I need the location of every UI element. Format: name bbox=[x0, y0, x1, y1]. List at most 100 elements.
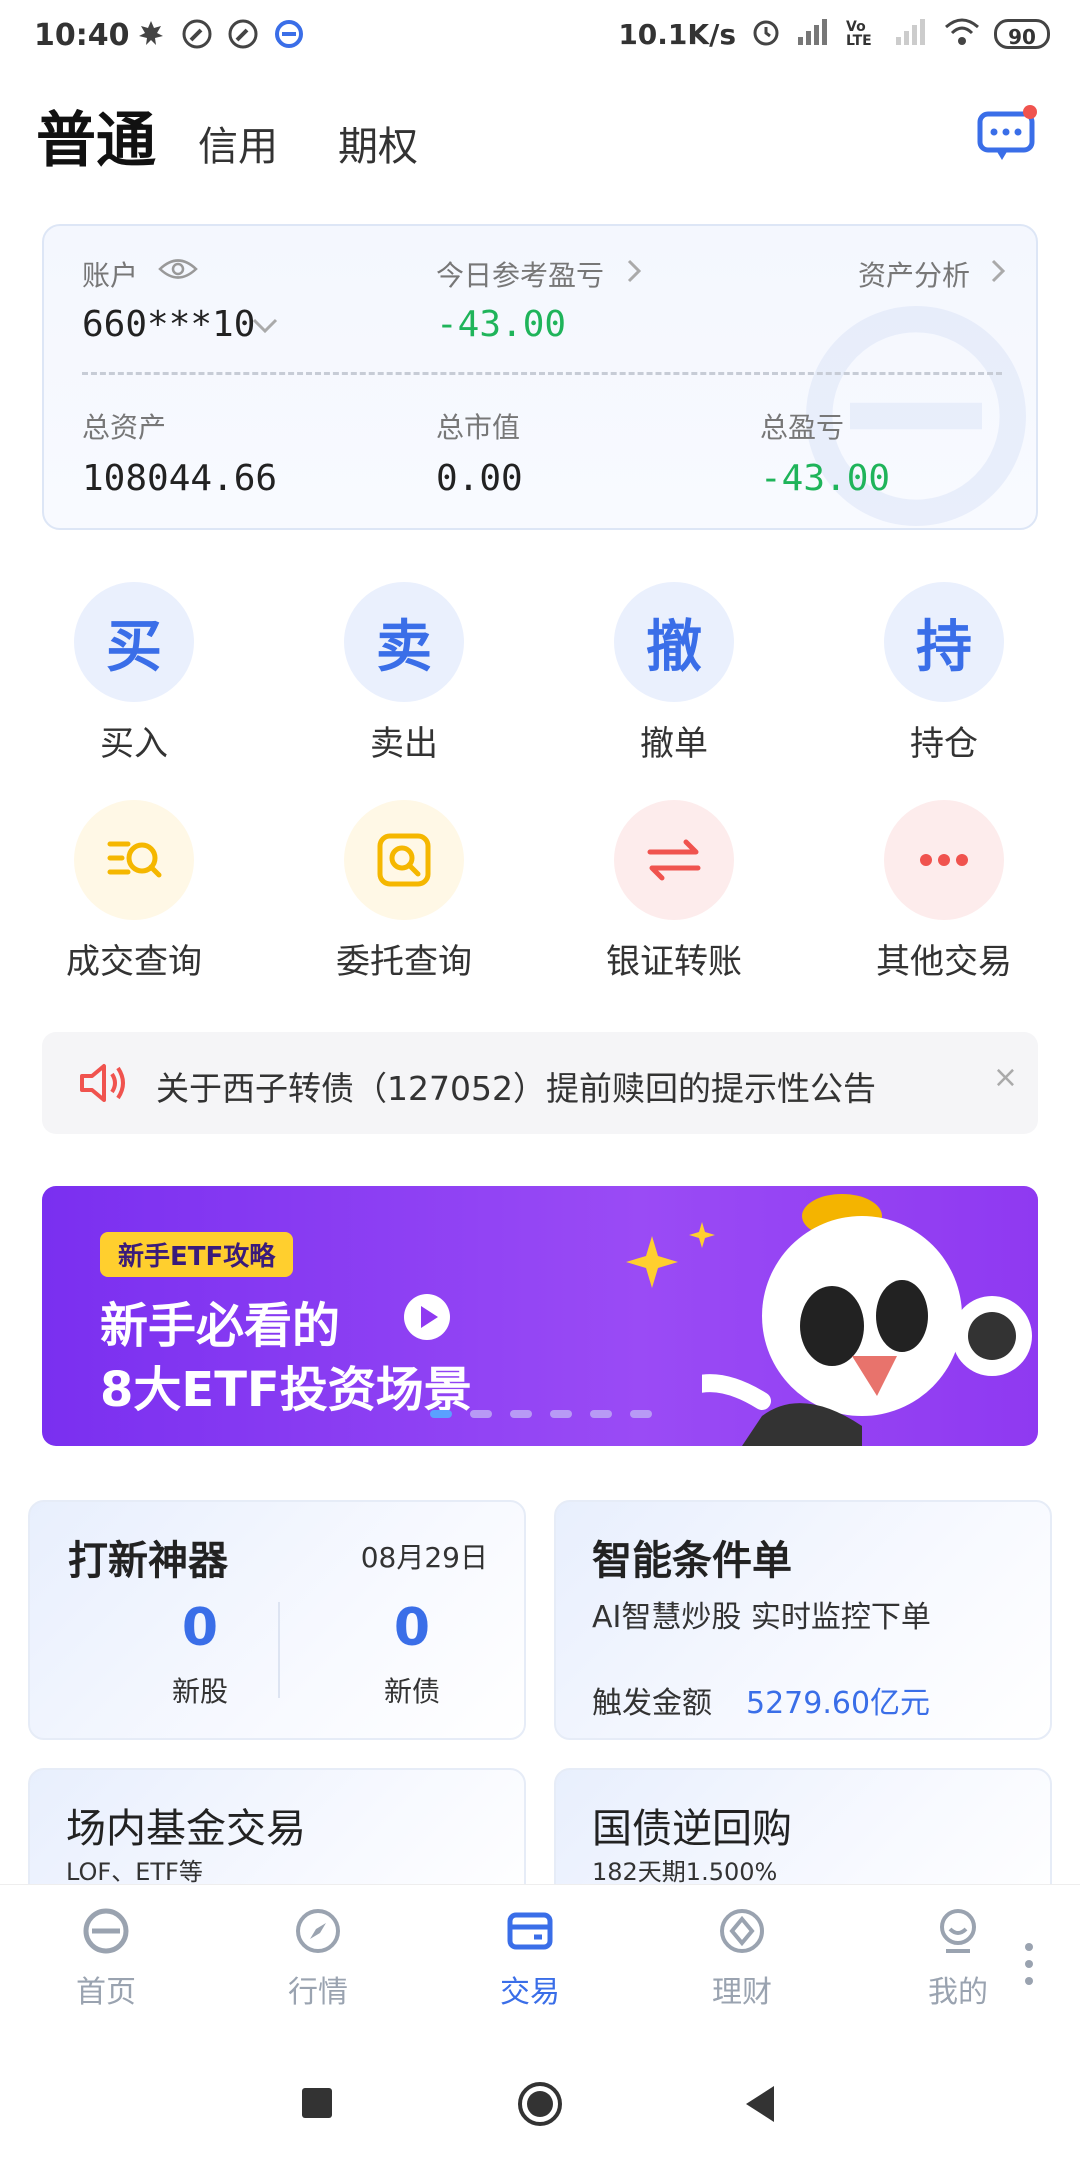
search-list-icon bbox=[107, 841, 162, 878]
fund-subtitle: LOF、ETF等 bbox=[66, 1858, 203, 1886]
market-value-label: 总市值 bbox=[436, 411, 521, 444]
divider bbox=[278, 1602, 280, 1698]
battery-indicator: 90 bbox=[994, 19, 1050, 49]
signal-weak-icon bbox=[894, 17, 930, 51]
chevron-right-icon[interactable] bbox=[624, 256, 644, 290]
chevron-right-icon[interactable] bbox=[988, 256, 1008, 290]
message-icon bbox=[977, 105, 1037, 160]
page-dot[interactable] bbox=[470, 1410, 492, 1418]
app-logo-icon bbox=[273, 18, 305, 50]
maple-leaf-icon bbox=[135, 18, 167, 50]
search-doc-icon bbox=[377, 833, 431, 887]
positions-button[interactable]: 持 持仓 bbox=[844, 582, 1044, 782]
close-icon[interactable]: × bbox=[993, 1060, 1018, 1095]
cancel-order-button[interactable]: 撤 撤单 bbox=[574, 582, 774, 782]
smart-order-card[interactable]: 智能条件单 AI智慧炒股 实时监控下单 触发金额 5279.60亿元 bbox=[554, 1500, 1052, 1740]
compass-icon bbox=[296, 1909, 340, 1953]
total-pnl-label: 总盈亏 bbox=[760, 411, 845, 444]
home-logo-icon bbox=[83, 1908, 129, 1954]
page-dot[interactable] bbox=[510, 1410, 532, 1418]
new-bond-count: 0 bbox=[393, 1598, 431, 1658]
buy-button[interactable]: 买 买入 bbox=[34, 582, 234, 782]
bottom-nav: 首页 行情 交易 理财 我的 bbox=[0, 1884, 1080, 2025]
lte-icon: Vo LTE bbox=[846, 19, 872, 49]
back-icon[interactable] bbox=[742, 2084, 778, 2124]
promo-banner[interactable]: 新手ETF攻略 新手必看的 8大ETF投资场景 bbox=[42, 1186, 1038, 1446]
status-time: 10:40 bbox=[34, 18, 130, 53]
deal-query-button[interactable]: 成交查询 bbox=[34, 800, 234, 1000]
nav-home[interactable]: 首页 bbox=[46, 1905, 166, 2011]
repo-title: 国债逆回购 bbox=[592, 1806, 792, 1852]
nav-mine-label: 我的 bbox=[928, 1975, 988, 2010]
trigger-label: 触发金额 bbox=[592, 1686, 712, 1721]
transfer-icon bbox=[647, 839, 701, 881]
nav-market[interactable]: 行情 bbox=[258, 1905, 378, 2011]
notice-bar[interactable]: 关于西子转债（127052）提前赎回的提示性公告 × bbox=[42, 1032, 1038, 1134]
new-stock-count: 0 bbox=[181, 1598, 219, 1658]
page-dot[interactable] bbox=[430, 1410, 452, 1418]
status-app-icons bbox=[135, 18, 305, 50]
mascot-illustration-icon bbox=[702, 1194, 1032, 1446]
page-dot[interactable] bbox=[590, 1410, 612, 1418]
message-button[interactable] bbox=[976, 102, 1038, 164]
network-speed: 10.1K/s bbox=[618, 17, 736, 51]
today-pnl-label[interactable]: 今日参考盈亏 bbox=[436, 254, 604, 294]
page-dot[interactable] bbox=[550, 1410, 572, 1418]
new-stock-label: 新股 bbox=[171, 1675, 228, 1708]
banner-title-line2: 8大ETF投资场景 bbox=[100, 1362, 472, 1418]
tab-options[interactable]: 期权 bbox=[338, 114, 418, 172]
bank-transfer-button[interactable]: 银证转账 bbox=[574, 800, 774, 1000]
nav-wealth[interactable]: 理财 bbox=[682, 1905, 802, 2011]
sell-icon: 卖 bbox=[376, 614, 432, 680]
more-icon bbox=[920, 854, 968, 866]
cancel-order-label: 撤单 bbox=[640, 724, 708, 764]
home-button-icon[interactable] bbox=[516, 2080, 564, 2128]
order-query-button[interactable]: 委托查询 bbox=[304, 800, 504, 1000]
account-card: 账户 660***10 今日参考盈亏 -43.00 资产分析 总资产 10804… bbox=[42, 224, 1038, 530]
buy-icon: 买 bbox=[106, 614, 162, 680]
divider bbox=[82, 372, 1002, 375]
nav-mine[interactable]: 我的 bbox=[898, 1905, 1018, 2011]
positions-label: 持仓 bbox=[910, 724, 978, 764]
smart-order-title: 智能条件单 bbox=[592, 1538, 792, 1584]
account-number[interactable]: 660***10 bbox=[82, 304, 255, 345]
tab-normal[interactable]: 普通 bbox=[36, 92, 156, 179]
nav-wealth-label: 理财 bbox=[712, 1975, 772, 2010]
header: 普通 信用 期权 bbox=[0, 80, 1080, 190]
fund-title: 场内基金交易 bbox=[66, 1806, 306, 1852]
other-trade-label: 其他交易 bbox=[876, 942, 1012, 982]
nav-trade[interactable]: 交易 bbox=[470, 1905, 590, 2011]
today-pnl-value: -43.00 bbox=[436, 304, 567, 345]
total-assets-value: 108044.66 bbox=[82, 458, 278, 499]
wifi-icon bbox=[944, 17, 980, 51]
banner-title-line1: 新手必看的 bbox=[100, 1298, 341, 1354]
smart-order-subtitle: AI智慧炒股 实时监控下单 bbox=[592, 1600, 931, 1635]
ipo-date: 08月29日 bbox=[360, 1541, 488, 1574]
sell-button[interactable]: 卖 卖出 bbox=[304, 582, 504, 782]
nav-trade-label: 交易 bbox=[500, 1975, 560, 2010]
cancel-icon: 撤 bbox=[646, 614, 702, 680]
tab-credit[interactable]: 信用 bbox=[198, 114, 278, 172]
ipo-card[interactable]: 打新神器 08月29日 0 新股 0 新债 bbox=[28, 1500, 526, 1740]
alarm-icon bbox=[750, 16, 782, 52]
smiley-user-icon bbox=[940, 1909, 976, 1953]
signal-icon bbox=[796, 17, 832, 51]
more-vertical-icon[interactable] bbox=[1022, 1941, 1036, 1987]
wallet-icon bbox=[507, 1912, 553, 1950]
notice-text[interactable]: 关于西子转债（127052）提前赎回的提示性公告 bbox=[156, 1062, 876, 1110]
order-query-label: 委托查询 bbox=[336, 942, 472, 982]
total-assets-label: 总资产 bbox=[82, 411, 167, 444]
nav-home-label: 首页 bbox=[76, 1975, 136, 2010]
buy-label: 买入 bbox=[100, 724, 168, 764]
system-nav bbox=[0, 2060, 1080, 2160]
recent-apps-icon[interactable] bbox=[300, 2086, 334, 2120]
page-dot[interactable] bbox=[630, 1410, 652, 1418]
banner-pagination bbox=[430, 1410, 652, 1418]
other-trade-button[interactable]: 其他交易 bbox=[844, 800, 1044, 1000]
asset-analysis-link[interactable]: 资产分析 bbox=[858, 254, 970, 294]
deal-query-label: 成交查询 bbox=[66, 942, 202, 982]
chevron-down-icon[interactable] bbox=[250, 310, 280, 344]
eye-icon[interactable] bbox=[158, 254, 198, 288]
wrench-icon bbox=[181, 18, 213, 50]
play-icon bbox=[404, 1294, 450, 1340]
